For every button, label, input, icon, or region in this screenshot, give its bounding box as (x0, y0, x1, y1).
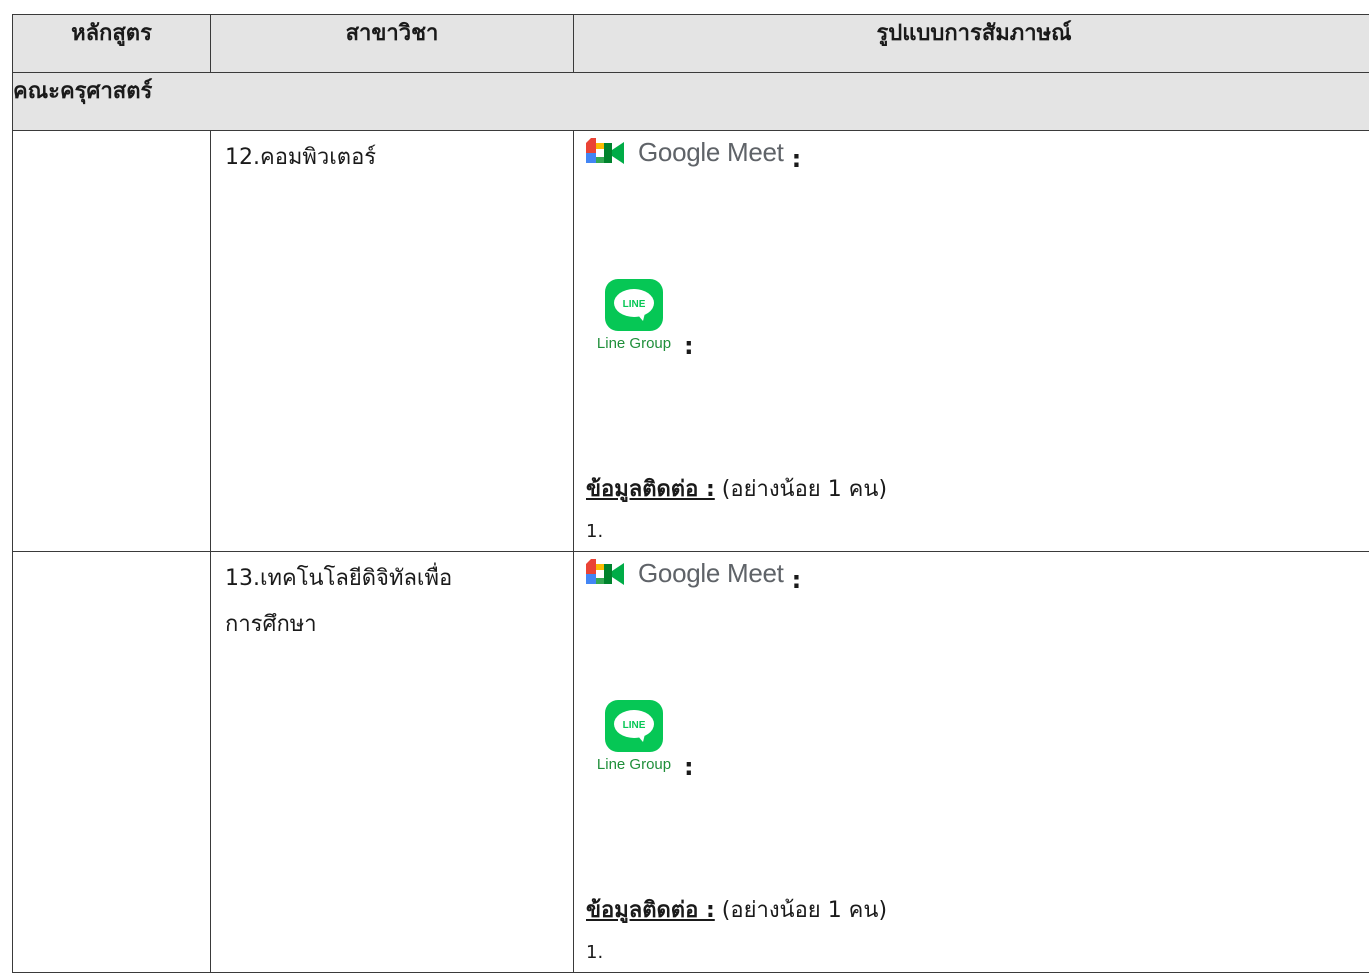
google-meet-entry: Google Meet : (586, 137, 801, 168)
major-name-line1: 13.เทคโนโลยีดิจิทัลเพื่อ (225, 556, 573, 602)
line-group-entry: LINE Line Group : (588, 700, 694, 773)
contact-info: ข้อมูลติดต่อ : (อย่างน้อย 1 คน) (586, 892, 887, 927)
table-row: 13.เทคโนโลยีดิจิทัลเพื่อ การศึกษา (13, 552, 1369, 973)
google-meet-icon (586, 559, 626, 589)
contact-item-number: 1. (586, 521, 603, 542)
interview-cell: Google Meet : LINE (574, 131, 1369, 552)
program-cell (13, 552, 211, 973)
faculty-row: คณะครุศาสตร์ (13, 73, 1369, 131)
major-cell: 12.คอมพิวเตอร์ (211, 131, 574, 552)
header-interview-format: รูปแบบการสัมภาษณ์ (574, 15, 1369, 73)
line-group-entry: LINE Line Group : (588, 279, 694, 352)
document-page: หลักสูตร สาขาวิชา รูปแบบการสัมภาษณ์ คณะค… (0, 0, 1369, 968)
line-badge-text: LINE (623, 720, 646, 731)
major-name: 12.คอมพิวเตอร์ (211, 131, 573, 181)
header-program: หลักสูตร (13, 15, 211, 73)
line-badge-text: LINE (623, 299, 646, 310)
line-group-colon: : (684, 753, 694, 781)
interview-cell: Google Meet : LINE (574, 552, 1369, 973)
line-icon: LINE (605, 700, 663, 752)
contact-label: ข้อมูลติดต่อ : (586, 477, 715, 502)
line-icon: LINE (605, 279, 663, 331)
header-row: หลักสูตร สาขาวิชา รูปแบบการสัมภาษณ์ (13, 15, 1369, 73)
header-major: สาขาวิชา (211, 15, 574, 73)
google-meet-icon (586, 138, 626, 168)
line-group-colon: : (684, 332, 694, 360)
interview-format-table: หลักสูตร สาขาวิชา รูปแบบการสัมภาษณ์ คณะค… (12, 14, 1369, 973)
major-name-line2: การศึกษา (225, 602, 573, 648)
contact-info: ข้อมูลติดต่อ : (อย่างน้อย 1 คน) (586, 471, 887, 506)
google-meet-entry: Google Meet : (586, 558, 801, 589)
major-name: 13.เทคโนโลยีดิจิทัลเพื่อ การศึกษา (211, 552, 573, 648)
google-meet-colon: : (792, 566, 802, 594)
google-meet-label: Google Meet (638, 558, 784, 589)
contact-item-number: 1. (586, 942, 603, 963)
contact-note: (อย่างน้อย 1 คน) (715, 898, 887, 923)
contact-note: (อย่างน้อย 1 คน) (715, 477, 887, 502)
google-meet-label: Google Meet (638, 137, 784, 168)
google-meet-colon: : (792, 145, 802, 173)
contact-label: ข้อมูลติดต่อ : (586, 898, 715, 923)
line-group-label: Line Group (597, 756, 671, 773)
table-row: 12.คอมพิวเตอร์ (13, 131, 1369, 552)
line-group-label: Line Group (597, 335, 671, 352)
major-cell: 13.เทคโนโลยีดิจิทัลเพื่อ การศึกษา (211, 552, 574, 973)
program-cell (13, 131, 211, 552)
faculty-name: คณะครุศาสตร์ (13, 73, 1369, 131)
